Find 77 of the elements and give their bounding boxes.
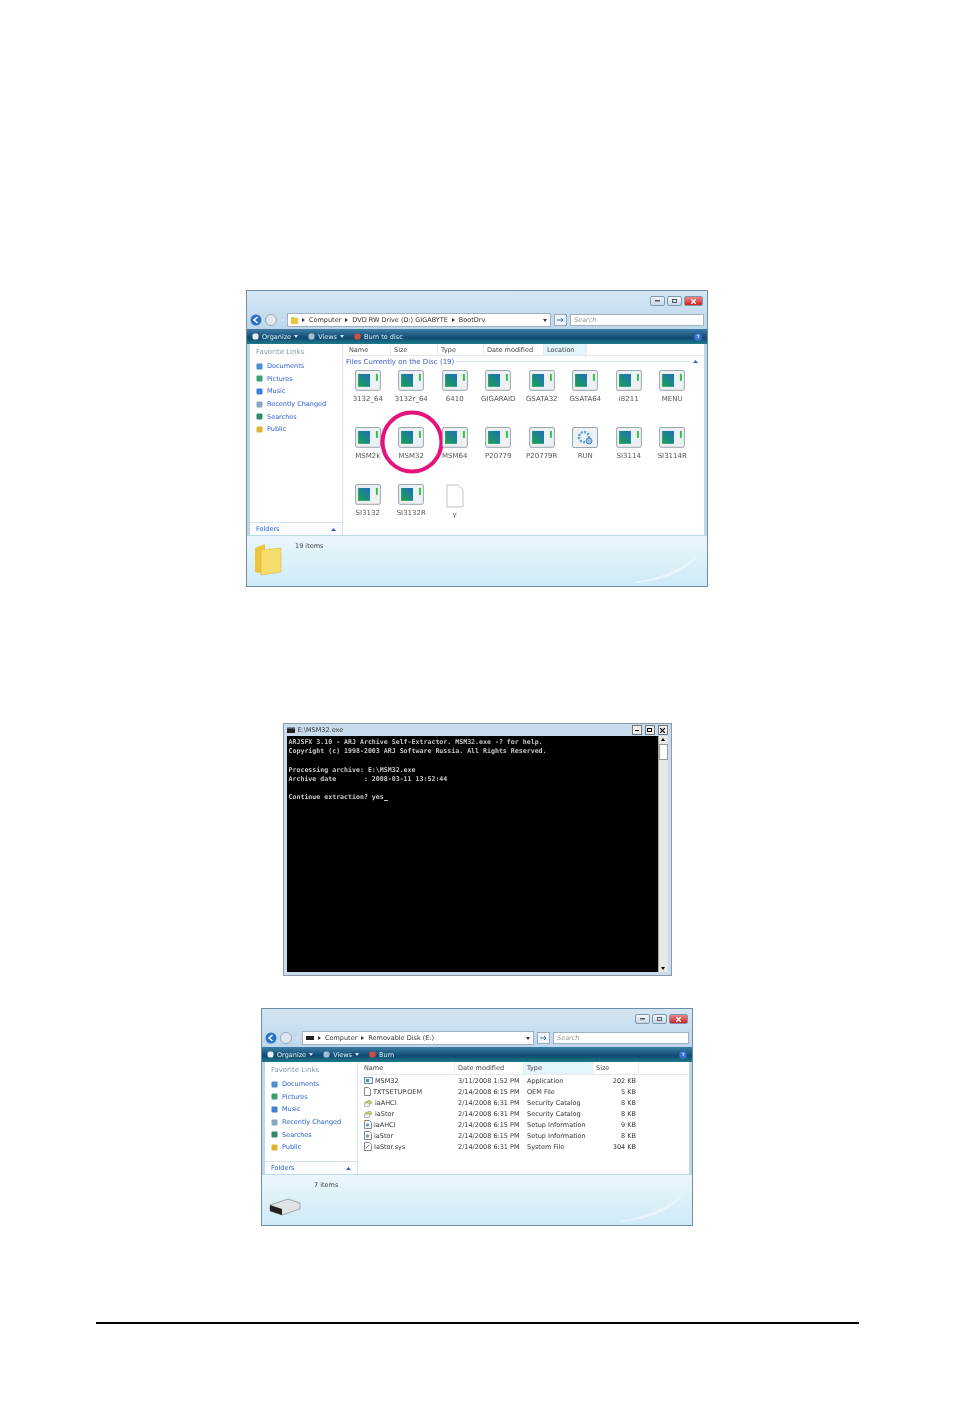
minimize-button[interactable] bbox=[631, 725, 642, 735]
blank-file-icon bbox=[445, 484, 464, 508]
settings-file-icon bbox=[364, 1131, 372, 1140]
help-icon[interactable] bbox=[694, 332, 702, 341]
program-icon bbox=[528, 427, 555, 448]
text-cursor bbox=[383, 800, 388, 802]
maximize-button[interactable] bbox=[652, 1014, 667, 1024]
chevron-icon bbox=[345, 318, 349, 322]
minimize-icon bbox=[640, 1018, 645, 1020]
toolbar-icon bbox=[353, 333, 361, 340]
system-file-icon bbox=[364, 1142, 372, 1151]
minimize-button[interactable] bbox=[650, 296, 665, 306]
program-icon bbox=[398, 370, 425, 391]
chevron-icon bbox=[318, 1036, 321, 1040]
caret-icon bbox=[309, 1053, 314, 1056]
close-icon bbox=[660, 727, 665, 733]
program-icon bbox=[354, 370, 381, 391]
console-icon bbox=[286, 727, 295, 733]
certificate-icon bbox=[364, 1109, 373, 1118]
program-icon bbox=[615, 427, 642, 448]
caret-icon bbox=[339, 335, 344, 338]
program-icon bbox=[659, 370, 686, 391]
drive-icon bbox=[306, 1036, 314, 1040]
folder-icon bbox=[253, 542, 283, 576]
scrollbar[interactable] bbox=[657, 736, 668, 972]
program-icon bbox=[485, 370, 512, 391]
program-icon bbox=[354, 427, 381, 448]
minimize-icon bbox=[655, 300, 660, 302]
minimize-icon bbox=[634, 729, 639, 731]
program-icon bbox=[398, 427, 425, 448]
toolbar-icon bbox=[368, 1051, 376, 1058]
toolbar-icon bbox=[267, 1051, 274, 1058]
gear-window-icon bbox=[572, 427, 599, 448]
certificate-icon bbox=[364, 1098, 373, 1107]
program-icon bbox=[572, 370, 599, 391]
chevron-icon bbox=[331, 527, 336, 531]
refresh-button[interactable] bbox=[554, 314, 567, 326]
toolbar-icon bbox=[323, 1051, 331, 1058]
program-icon bbox=[354, 484, 381, 505]
toolbar-icon bbox=[252, 333, 259, 340]
scroll-thumb[interactable] bbox=[658, 744, 668, 760]
minimize-button[interactable] bbox=[635, 1014, 650, 1024]
back-button[interactable] bbox=[250, 314, 262, 326]
program-icon bbox=[485, 427, 512, 448]
program-icon bbox=[441, 427, 468, 448]
program-icon bbox=[364, 1077, 373, 1084]
maximize-button[interactable] bbox=[667, 296, 682, 306]
settings-file-icon bbox=[364, 1120, 372, 1129]
caret-icon bbox=[354, 1053, 359, 1056]
chevron-icon bbox=[361, 1036, 365, 1040]
program-icon bbox=[398, 484, 425, 505]
scroll-down-icon bbox=[658, 964, 667, 972]
close-icon bbox=[691, 298, 696, 304]
close-icon bbox=[676, 1016, 681, 1022]
help-icon[interactable] bbox=[679, 1050, 687, 1059]
program-icon bbox=[659, 427, 686, 448]
chevron-icon bbox=[346, 1166, 351, 1170]
dropdown-icon[interactable] bbox=[526, 1036, 530, 1040]
maximize-icon bbox=[647, 728, 652, 732]
maximize-button[interactable] bbox=[644, 725, 655, 735]
maximize-icon bbox=[657, 1017, 662, 1021]
collapse-icon[interactable] bbox=[693, 360, 698, 363]
program-icon bbox=[441, 370, 468, 391]
chevron-icon bbox=[451, 318, 455, 322]
folder-icon bbox=[291, 316, 298, 324]
close-button[interactable] bbox=[657, 725, 668, 735]
dropdown-icon[interactable] bbox=[543, 318, 547, 322]
back-button[interactable] bbox=[265, 1032, 277, 1044]
removable-drive-icon bbox=[268, 1195, 302, 1217]
program-icon bbox=[615, 370, 642, 391]
caret-icon bbox=[294, 335, 299, 338]
refresh-button[interactable] bbox=[537, 1032, 550, 1044]
maximize-icon bbox=[672, 299, 677, 303]
file-icon bbox=[364, 1087, 371, 1096]
toolbar-icon bbox=[308, 333, 316, 340]
program-icon bbox=[528, 370, 555, 391]
chevron-icon bbox=[302, 318, 305, 322]
